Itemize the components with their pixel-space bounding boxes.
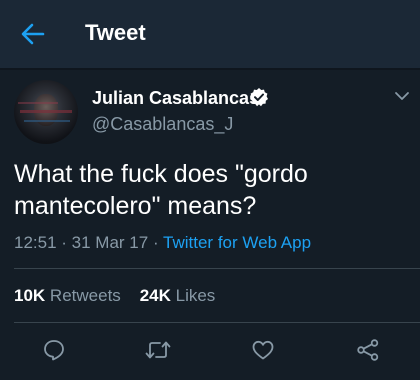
back-button[interactable] bbox=[18, 20, 48, 48]
chevron-down-icon bbox=[395, 92, 409, 100]
avatar[interactable] bbox=[14, 80, 78, 144]
author-name[interactable]: Julian Casablancas bbox=[92, 88, 259, 109]
retweets-stat[interactable]: 10K Retweets bbox=[14, 286, 121, 305]
tweet-time: 12:51 bbox=[14, 233, 57, 252]
likes-stat[interactable]: 24K Likes bbox=[140, 286, 216, 305]
tweet-text: What the fuck does "gordo mantecolero" m… bbox=[14, 160, 308, 220]
tweet-meta: 12:51 · 31 Mar 17 · Twitter for Web App bbox=[14, 233, 311, 253]
like-button[interactable] bbox=[249, 336, 277, 364]
app-header: Tweet bbox=[0, 0, 420, 68]
page-title: Tweet bbox=[85, 20, 146, 45]
arrow-left-icon bbox=[21, 23, 45, 45]
verified-badge-icon bbox=[249, 87, 269, 107]
heart-icon bbox=[252, 340, 274, 360]
tweet-source-link[interactable]: Twitter for Web App bbox=[163, 233, 311, 252]
author-handle[interactable]: @Casablancas_J bbox=[92, 114, 233, 135]
avatar-glitch-line bbox=[18, 102, 58, 104]
divider bbox=[14, 322, 420, 323]
retweets-label: Retweets bbox=[49, 286, 121, 305]
tweet-date: 31 Mar 17 bbox=[71, 233, 149, 252]
meta-separator: · bbox=[152, 233, 164, 252]
avatar-glitch-line bbox=[20, 110, 72, 113]
retweet-icon bbox=[145, 341, 171, 359]
likes-label: Likes bbox=[175, 286, 216, 305]
avatar-glitch-line bbox=[24, 120, 70, 122]
reply-button[interactable] bbox=[40, 336, 68, 364]
meta-separator: · bbox=[61, 233, 72, 252]
share-button[interactable] bbox=[354, 336, 382, 364]
divider bbox=[14, 268, 420, 269]
more-options-button[interactable] bbox=[392, 86, 412, 106]
header-divider bbox=[0, 68, 420, 70]
engagement-stats: 10K Retweets 24K Likes bbox=[14, 286, 215, 306]
likes-count: 24K bbox=[139, 286, 171, 305]
reply-icon bbox=[44, 340, 64, 361]
retweet-button[interactable] bbox=[144, 336, 172, 364]
retweets-count: 10K bbox=[14, 286, 46, 305]
share-icon bbox=[357, 339, 379, 361]
